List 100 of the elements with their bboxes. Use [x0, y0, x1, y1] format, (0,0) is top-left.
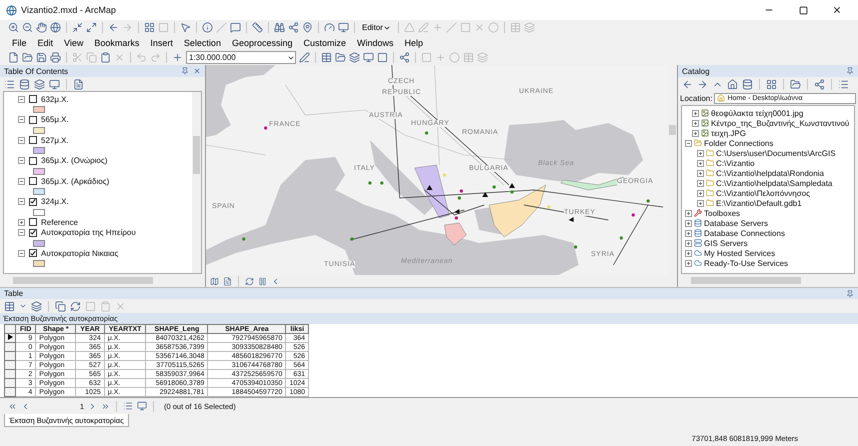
menu-item[interactable]: Bookmarks: [90, 38, 144, 48]
catalog-item[interactable]: Folder Connections: [704, 138, 774, 148]
layer-name[interactable]: 632μ.Χ.: [41, 94, 69, 104]
expand-toggle[interactable]: [685, 240, 692, 246]
expand-toggle[interactable]: [685, 210, 692, 216]
zoom-out-icon[interactable]: [22, 22, 33, 33]
comment-icon[interactable]: [230, 22, 241, 33]
menu-item[interactable]: Help: [400, 38, 428, 48]
data-view-icon[interactable]: [210, 276, 219, 286]
catalog-item[interactable]: E:\Vizantio\Default.gdb1: [716, 198, 802, 208]
add-data-icon[interactable]: [172, 52, 183, 63]
layer-checkbox[interactable]: [29, 218, 37, 226]
network-icon[interactable]: [288, 22, 299, 33]
editor-menu-button[interactable]: Editor: [360, 23, 393, 32]
expand-toggle[interactable]: [697, 180, 704, 186]
layer-name[interactable]: 324μ.Χ.: [41, 197, 69, 206]
layer-checkbox[interactable]: [29, 116, 37, 124]
list-by-source-icon[interactable]: [19, 78, 30, 90]
expand-toggle[interactable]: [692, 130, 699, 136]
layer-checkbox[interactable]: [29, 177, 37, 186]
show-all-icon[interactable]: [123, 401, 133, 411]
catalog-item[interactable]: C:\Vizantio\helpdata\Rondonia: [716, 168, 824, 178]
scrollbar[interactable]: [192, 92, 201, 273]
views-icon[interactable]: [766, 78, 777, 90]
table-icon[interactable]: [321, 52, 332, 63]
save-icon[interactable]: [36, 52, 47, 63]
layers-icon[interactable]: [349, 52, 360, 63]
scroll-thumb[interactable]: [13, 277, 153, 284]
catalog-item[interactable]: θεοφύλακτα τείχη0001.jpg: [711, 108, 804, 118]
pan-icon[interactable]: [36, 22, 47, 33]
first-record-icon[interactable]: [8, 402, 17, 410]
pointer-icon[interactable]: [180, 22, 191, 33]
paste-icon[interactable]: [100, 52, 111, 63]
ruler-icon[interactable]: [252, 22, 263, 33]
catalog-item[interactable]: C:\Vizantio\helpdata\Sampledata: [716, 178, 832, 188]
related-tables-icon[interactable]: [31, 300, 42, 312]
catalog-item[interactable]: C:\Users\user\Documents\ArcGIS: [716, 148, 836, 158]
grid-icon[interactable]: [144, 22, 155, 33]
expand-toggle[interactable]: [692, 120, 699, 126]
expand-toggle[interactable]: [18, 178, 25, 185]
scale-field[interactable]: 1:30.000.000: [186, 51, 296, 64]
menu-item[interactable]: File: [8, 38, 31, 48]
dropdown-icon[interactable]: [19, 302, 27, 310]
layer-name[interactable]: 365μ.Χ. (Ονώριος): [41, 156, 108, 166]
layer-checkbox[interactable]: [29, 156, 37, 165]
catalog-item[interactable]: Ready-To-Use Services: [704, 258, 788, 268]
expand-toggle[interactable]: [685, 260, 692, 266]
home-icon[interactable]: [727, 78, 738, 90]
xy-pin-icon[interactable]: [302, 22, 313, 33]
find-icon[interactable]: [274, 22, 285, 33]
layout-view-icon[interactable]: [223, 276, 232, 286]
catalog-item[interactable]: Database Connections: [704, 228, 785, 238]
expand-toggle[interactable]: [697, 160, 704, 166]
catalog-item[interactable]: C:\Vizantio\Πελοπόννησος: [716, 188, 810, 198]
catalog-item[interactable]: GIS Servers: [704, 238, 748, 248]
list-by-visibility-icon[interactable]: [34, 78, 45, 90]
expand-toggle[interactable]: [18, 136, 25, 144]
scroll-thumb[interactable]: [193, 136, 200, 174]
expand-toggle[interactable]: [18, 229, 25, 236]
fixed-zoom-out-icon[interactable]: [86, 22, 97, 33]
expand-toggle[interactable]: [18, 157, 25, 164]
catalog-item[interactable]: My Hosted Services: [704, 248, 776, 258]
catalog-icon[interactable]: [335, 52, 346, 63]
new-file-icon[interactable]: [8, 52, 19, 63]
layer-name[interactable]: Αυτοκρατορία της Ηπείρου: [41, 228, 136, 238]
catalog-item[interactable]: Κέντρο_της_Βυζαντινής_Κωνσταντινού: [711, 118, 850, 128]
last-record-icon[interactable]: [101, 402, 110, 410]
menu-item[interactable]: Edit: [34, 38, 58, 48]
expand-toggle[interactable]: [18, 96, 25, 103]
switch-selection-icon[interactable]: [70, 300, 81, 312]
layer-name[interactable]: 527μ.Χ.: [41, 136, 69, 145]
menu-item[interactable]: Geoprocessing: [228, 38, 296, 48]
expand-toggle[interactable]: [685, 230, 692, 236]
list-by-selection-icon[interactable]: [49, 78, 60, 90]
print-icon[interactable]: [50, 52, 61, 63]
layer-name[interactable]: Reference: [41, 218, 78, 227]
expand-toggle[interactable]: [697, 150, 704, 156]
expand-toggle[interactable]: [697, 200, 704, 206]
scroll-thumb[interactable]: [669, 125, 676, 135]
layer-name[interactable]: 565μ.Χ.: [41, 115, 69, 124]
expand-toggle[interactable]: [692, 110, 699, 116]
gauge-icon[interactable]: [324, 22, 335, 33]
catalog-item[interactable]: τειχη.JPG: [711, 128, 746, 138]
expand-toggle[interactable]: [685, 250, 692, 256]
refresh-icon[interactable]: [245, 276, 254, 286]
close-icon[interactable]: [193, 67, 201, 75]
expand-toggle[interactable]: [18, 218, 25, 226]
pin-icon[interactable]: [846, 290, 854, 298]
scroll-thumb[interactable]: [691, 277, 801, 284]
next-record-icon[interactable]: [88, 402, 97, 410]
expand-toggle[interactable]: [18, 116, 25, 124]
expand-toggle[interactable]: [697, 170, 704, 176]
table-options-icon[interactable]: [4, 300, 15, 312]
pause-icon[interactable]: [258, 276, 267, 286]
layer-checkbox[interactable]: [29, 228, 37, 237]
layer-name[interactable]: 365μ.Χ. (Αρκάδιος): [41, 176, 110, 186]
expand-toggle[interactable]: [18, 250, 25, 257]
forward-icon[interactable]: [697, 78, 708, 90]
pin-icon[interactable]: [846, 67, 854, 75]
info-icon[interactable]: [202, 22, 213, 33]
